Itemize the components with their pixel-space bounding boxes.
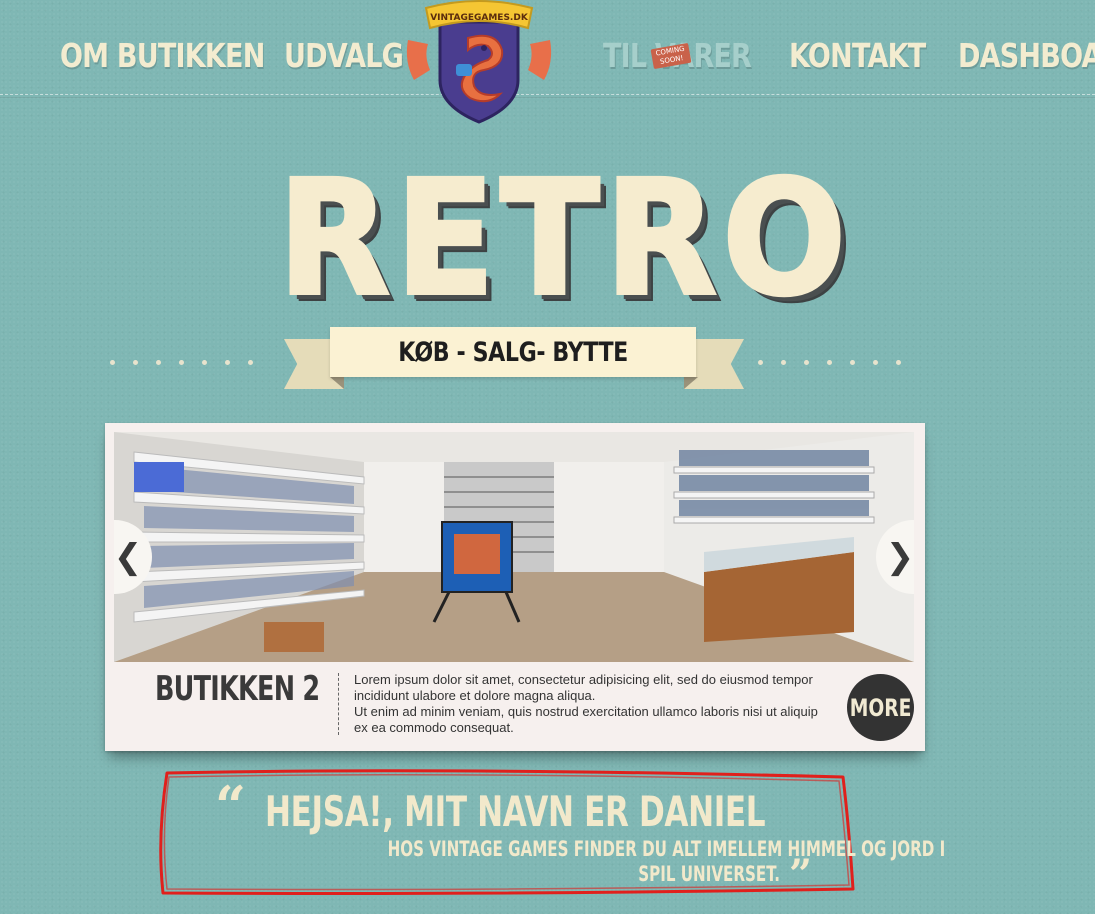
nav-om-butikken[interactable]: OM BUTIKKEN <box>60 36 265 75</box>
store-photo: ❮ ❯ <box>114 432 914 662</box>
dots-left <box>110 360 253 366</box>
quote-text: HOS VINTAGE GAMES FINDER DU ALT IMELLEM … <box>235 837 946 887</box>
dragon-shield-icon: VINTAGEGAMES.DK <box>406 0 552 124</box>
chevron-left-icon: ❮ <box>114 537 143 577</box>
quote-line-2: SPIL UNIVERSET. <box>638 862 780 886</box>
slide-description-p1: Lorem ipsum dolor sit amet, consectetur … <box>354 672 813 703</box>
slide-description-p2: Ut enim ad minim veniam, quis nostrud ex… <box>354 704 818 735</box>
ribbon-text: KØB - SALG- BYTTE <box>398 336 628 368</box>
slide-divider <box>338 673 339 735</box>
intro-quote: “ HEJSA!, MIT NAVN ER DANIEL HOS VINTAGE… <box>155 767 946 898</box>
ribbon-banner: KØB - SALG- BYTTE <box>284 327 744 391</box>
quote-line-1: HOS VINTAGE GAMES FINDER DU ALT IMELLEM … <box>387 837 946 861</box>
image-slider: ❮ ❯ BUTIKKEN 2 Lorem ipsum dolor sit ame… <box>105 423 925 751</box>
nav-kontakt[interactable]: KONTAKT <box>789 36 926 75</box>
open-quote-icon: “ <box>215 774 247 838</box>
nav-dashboard[interactable]: DASHBOARD <box>958 36 1095 75</box>
hero-title: RETRO <box>276 147 852 331</box>
close-quote-icon: ” <box>789 851 813 898</box>
more-button-label: MORE <box>849 693 912 722</box>
svg-text:VINTAGEGAMES.DK: VINTAGEGAMES.DK <box>430 13 529 23</box>
nav-udvalg[interactable]: UDVALG <box>284 36 404 75</box>
site-logo[interactable]: VINTAGEGAMES.DK <box>404 0 554 124</box>
slide-description: Lorem ipsum dolor sit amet, consectetur … <box>354 672 824 736</box>
more-button[interactable]: MORE <box>847 674 914 741</box>
chevron-right-icon: ❯ <box>885 537 914 577</box>
slide-title: BUTIKKEN 2 <box>155 669 320 709</box>
quote-heading: HEJSA!, MIT NAVN ER DANIEL <box>265 787 766 836</box>
dots-right <box>758 360 901 366</box>
